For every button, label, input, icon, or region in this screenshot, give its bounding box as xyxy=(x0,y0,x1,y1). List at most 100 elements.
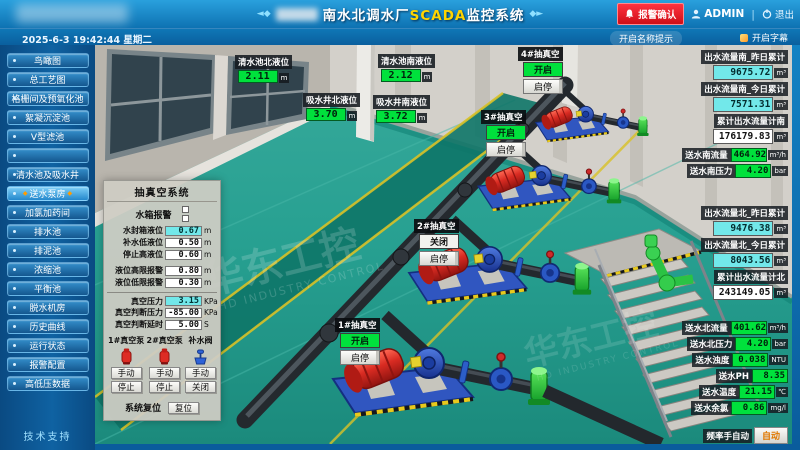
vacuum-unit-widget: 1#抽真空开启启停 xyxy=(335,318,380,365)
quality-value: 0.038 xyxy=(732,353,768,367)
vacuum-unit-start-stop-button[interactable]: 启停 xyxy=(523,79,563,94)
sidebar-item[interactable] xyxy=(7,148,89,163)
flow-instant-label: 送水南流量 xyxy=(682,148,731,162)
quality-label: 送水温度 xyxy=(699,385,739,399)
sidebar-item[interactable]: 脱水机房 xyxy=(7,300,89,315)
device-name: 补水阀 xyxy=(189,335,213,346)
pump-red-icon xyxy=(158,348,171,365)
device-action-button[interactable]: 关闭 xyxy=(185,381,216,393)
sidebar-item[interactable]: 鸟瞰图 xyxy=(7,53,89,68)
vacuum-unit-state: 关闭 xyxy=(419,234,459,249)
sidebar-item-label: 清水池及吸水井 xyxy=(16,168,79,181)
active-diamond-icon: ◆ xyxy=(23,190,28,197)
alarm-checkbox-2[interactable] xyxy=(182,215,189,222)
sidebar-item[interactable]: 加氯加药间 xyxy=(7,205,89,220)
vacuum-unit-widget: 3#抽真空开启启停 xyxy=(481,110,526,157)
sidebar-item-label: 总工艺图 xyxy=(29,73,65,86)
device-mode-button[interactable]: 手动 xyxy=(111,367,142,379)
user-menu[interactable]: ADMIN xyxy=(691,8,744,20)
toggle-name-tip-button[interactable]: 开启名称提示 xyxy=(610,31,682,46)
pump-room-viewport: 华东工控 HD INDUSTRY CONTROL 华东工控 HD INDUSTR… xyxy=(95,45,792,444)
flow-accum-unit: m³ xyxy=(774,68,788,78)
flow-accum-label: 出水流量南_昨日累计 xyxy=(701,50,788,64)
scada-app: ◄◆ 南水北调水厂SCADA监控系统 ◆► 报警确认 ADMIN | 退出 20… xyxy=(0,0,800,450)
vacuum-row-value[interactable]: 0.50 xyxy=(165,238,202,248)
level-value: 3.70 xyxy=(306,108,346,121)
flow-accum-unit: m³ xyxy=(774,256,788,266)
vacuum-unit-start-stop-button[interactable]: 启停 xyxy=(419,251,459,266)
vacuum-row-unit: m xyxy=(202,278,217,287)
valve-blue-icon xyxy=(193,348,208,365)
flow-instant-label: 送水北压力 xyxy=(687,337,736,351)
vacuum-system-panel: 抽真空系统 水箱报警 水封箱液位0.67m补水低液位0.50m停止高液位0.60… xyxy=(103,180,221,421)
flow-accum-value: 7571.31 xyxy=(713,97,773,112)
sidebar-item[interactable]: 平衡池 xyxy=(7,281,89,296)
active-diamond-icon: ◆ xyxy=(68,190,73,197)
water-quality-panel: 送水浊度0.038NTU送水PH8.35送水温度21.15℃送水余氯0.86mg… xyxy=(648,351,788,444)
logout-button[interactable]: 退出 xyxy=(762,7,794,21)
tank-alarm-label: 水箱报警 xyxy=(135,208,171,221)
flow-instant-row: 送水北流量401.62m³/h xyxy=(682,321,788,335)
sidebar-item[interactable]: 历史曲线 xyxy=(7,319,89,334)
vacuum-unit-state: 开启 xyxy=(523,62,563,77)
vacuum-unit-start-stop-button[interactable]: 启停 xyxy=(486,142,526,157)
sidebar-item-label: 运行状态 xyxy=(29,339,65,352)
alarm-confirm-button[interactable]: 报警确认 xyxy=(617,3,684,25)
level-unit: m xyxy=(279,73,290,83)
sidebar-item[interactable]: 格栅间及预氧化池 xyxy=(7,91,89,106)
sidebar-item[interactable]: 絮凝沉淀池 xyxy=(7,110,89,125)
vacuum-row-label: 液位高限报警 xyxy=(107,265,165,276)
vacuum-row-value[interactable]: 0.60 xyxy=(165,250,202,260)
device-name: 1#真空泵 xyxy=(108,335,144,346)
sidebar-item[interactable]: 浓缩池 xyxy=(7,262,89,277)
vacuum-row-value[interactable]: -85.00 xyxy=(165,308,202,318)
vacuum-unit-state: 开启 xyxy=(340,333,380,348)
sidebar-item[interactable]: 总工艺图 xyxy=(7,72,89,87)
sidebar-item[interactable]: V型滤池 xyxy=(7,129,89,144)
device-mode-button[interactable]: 手动 xyxy=(185,367,216,379)
tech-support-link[interactable]: 技术支持 xyxy=(0,428,95,443)
level-value: 2.12 xyxy=(381,69,421,82)
page-title: 南水北调水厂SCADA监控系统 xyxy=(323,4,525,24)
flow-instant-row: 送水南压力4.20bar xyxy=(687,164,788,178)
vacuum-row-value[interactable]: 0.30 xyxy=(165,278,202,288)
sidebar-item-label: 格栅间及预氧化池 xyxy=(11,92,83,105)
flow-instant-unit: m³/h xyxy=(768,323,788,333)
level-widget: 吸水井南液位3.72m xyxy=(373,95,430,123)
freq-mode-button[interactable]: 自动 xyxy=(754,427,788,444)
quality-label: 送水PH xyxy=(716,369,752,383)
vacuum-unit-start-stop-button[interactable]: 启停 xyxy=(340,350,380,365)
system-reset-button[interactable]: 复位 xyxy=(168,402,199,414)
flow-instant-unit: m³/h xyxy=(768,150,788,160)
quality-value: 21.15 xyxy=(739,385,775,399)
device-action-button[interactable]: 停止 xyxy=(111,381,142,393)
datetime-display: 2025-6-3 19:42:44 星期二 xyxy=(22,32,152,46)
power-icon xyxy=(762,9,772,19)
flow-accum-label: 累计出水流量计南 xyxy=(714,114,788,128)
sidebar-item[interactable]: 运行状态 xyxy=(7,338,89,353)
device-action-button[interactable]: 停止 xyxy=(149,381,180,393)
sidebar-item[interactable]: 报警配置 xyxy=(7,357,89,372)
flow-accum-unit: m³ xyxy=(774,288,788,298)
sidebar-item[interactable]: 排泥池 xyxy=(7,243,89,258)
sidebar-item[interactable]: 排水池 xyxy=(7,224,89,239)
title-decoration-right-icon: ◆► xyxy=(529,9,543,19)
sidebar-item[interactable]: ◆送水泵房◆ xyxy=(7,186,89,201)
toggle-subtitle-button[interactable]: 开启字幕 xyxy=(740,31,788,44)
flow-instant-label: 送水北流量 xyxy=(682,321,731,335)
level-label: 吸水井北液位 xyxy=(303,93,360,107)
vacuum-row-value[interactable]: 5.00 xyxy=(165,320,202,330)
top-right-controls: 报警确认 ADMIN | 退出 xyxy=(617,0,794,28)
vacuum-row-value[interactable]: 0.80 xyxy=(165,266,202,276)
vacuum-unit-label: 4#抽真空 xyxy=(518,47,563,61)
device-mode-button[interactable]: 手动 xyxy=(149,367,180,379)
alarm-checkbox-1[interactable] xyxy=(182,206,189,213)
vacuum-row-label: 真空压力 xyxy=(107,296,165,307)
flow-accum-label: 出水流量北_昨日累计 xyxy=(701,206,788,220)
vacuum-row-value: 3.15 xyxy=(165,296,202,306)
sidebar-item[interactable]: 高低压数据 xyxy=(7,376,89,391)
level-value: 2.11 xyxy=(238,70,278,83)
sidebar-item[interactable]: 清水池及吸水井 xyxy=(7,167,89,182)
flow-accum-unit: m³ xyxy=(774,224,788,234)
user-icon xyxy=(691,9,701,19)
